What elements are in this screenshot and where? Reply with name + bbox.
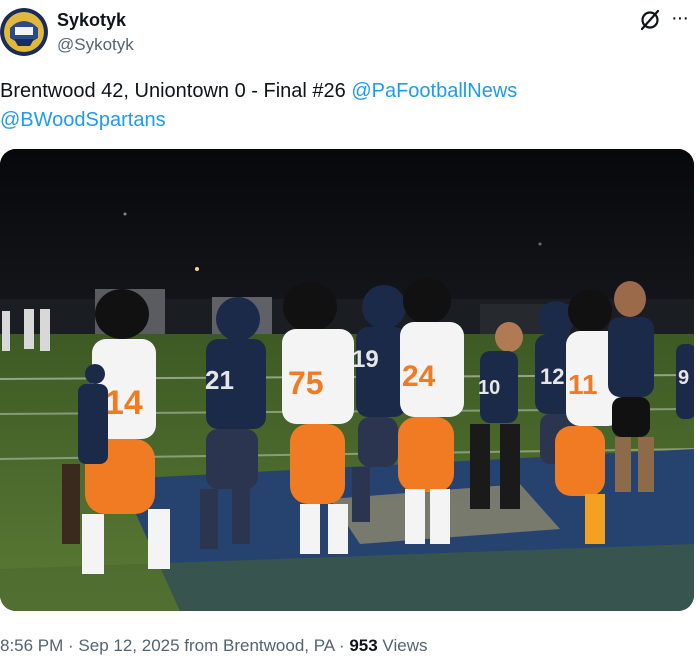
grok-icon[interactable] (639, 9, 661, 31)
tweet-text: Brentwood 42, Uniontown 0 - Final #26 @P… (0, 77, 600, 135)
tweet-date-location[interactable]: Sep 12, 2025 from Brentwood, PA (78, 636, 334, 655)
jersey-number: 14 (105, 384, 143, 422)
tweet-meta: 8:56 PM · Sep 12, 2025 from Brentwood, P… (0, 636, 427, 656)
meta-separator: · (334, 636, 350, 655)
views-label: Views (377, 636, 428, 655)
jersey-number: 12 (540, 364, 564, 389)
tweet-body: Brentwood 42, Uniontown 0 - Final #26 (0, 80, 352, 102)
tweet-time[interactable]: 8:56 PM (0, 636, 63, 655)
jersey-number: 11 (568, 369, 598, 400)
player-uniontown-9: 9 (676, 344, 694, 419)
tweet-photo[interactable]: 14 21 75 19 24 10 12 11 9 (0, 149, 694, 611)
meta-separator: · (63, 636, 79, 655)
football-field-photo: 14 21 75 19 24 10 12 11 9 (0, 149, 694, 611)
jersey-number: 9 (678, 367, 689, 389)
more-options-icon[interactable]: ··· (671, 8, 695, 30)
jersey-number: 75 (288, 365, 324, 401)
jersey-number: 21 (205, 365, 234, 395)
views-count: 953 (349, 636, 378, 655)
jersey-number: 10 (478, 377, 500, 399)
avatar-helmet-logo (0, 8, 48, 56)
author-display-name[interactable]: Sykotyk (57, 10, 126, 31)
mention-bwoodspartans[interactable]: @BWoodSpartans (0, 109, 166, 131)
author-handle[interactable]: @Sykotyk (57, 35, 134, 55)
avatar[interactable] (0, 8, 48, 56)
mention-pafootballnews[interactable]: @PaFootballNews (351, 80, 517, 102)
jersey-number: 19 (352, 346, 379, 373)
jersey-number: 24 (402, 360, 436, 393)
